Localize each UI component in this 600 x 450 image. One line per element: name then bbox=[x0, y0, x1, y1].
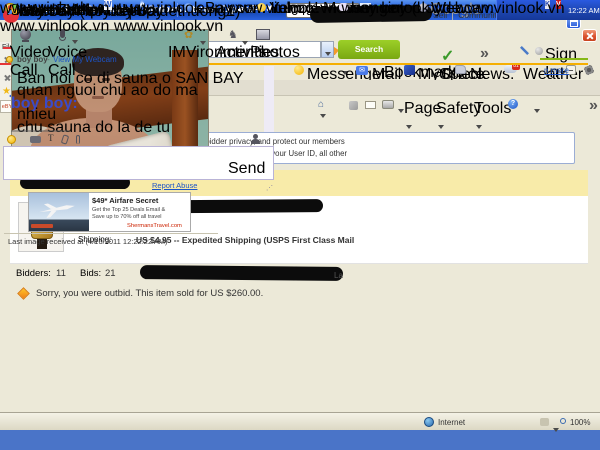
airplane-icon bbox=[36, 198, 78, 221]
system-tray: K V 12:22 AM bbox=[496, 0, 600, 20]
ad-headline: $49* Airfare Secret bbox=[92, 196, 158, 205]
smiley-icon bbox=[257, 3, 266, 12]
protected-mode-icon[interactable] bbox=[540, 418, 549, 426]
menu-help[interactable]: Help bbox=[122, 2, 155, 20]
bids-label: Bids: bbox=[80, 268, 101, 279]
windows-flag-icon bbox=[8, 5, 17, 15]
webcam-status-text: Last image received at (4/10/2011 12:22:… bbox=[8, 237, 168, 246]
tools-menu-button[interactable]: Tools bbox=[474, 100, 511, 136]
activities-button[interactable]: ♞ Activities bbox=[216, 28, 252, 52]
green-divider bbox=[540, 58, 588, 60]
voice-call-button[interactable]: Voice Call bbox=[48, 28, 82, 52]
start-label: start bbox=[22, 3, 53, 21]
webcam-status-divider bbox=[4, 233, 218, 234]
clipped-message-fragment bbox=[11, 130, 69, 132]
myspace-icon bbox=[404, 65, 415, 75]
contact-name: boy boy bbox=[17, 55, 48, 64]
microphone-stand bbox=[59, 37, 66, 41]
tray-v-icon[interactable]: V bbox=[556, 0, 561, 9]
toolbar-overflow-chevron[interactable]: » bbox=[480, 45, 489, 63]
ad-image-caption bbox=[31, 224, 53, 228]
help-button[interactable]: ? bbox=[508, 99, 518, 109]
chat-bubble-icon bbox=[339, 3, 348, 11]
outbid-icon bbox=[17, 287, 30, 300]
chat-scroll-up[interactable] bbox=[264, 66, 274, 76]
news-icon bbox=[455, 65, 466, 74]
account-icon bbox=[535, 47, 543, 55]
ad-banner[interactable]: $49* Airfare Secret Get the Top 25 Deals… bbox=[28, 192, 191, 232]
report-abuse-link[interactable]: Report Abuse bbox=[152, 181, 197, 190]
close-button[interactable] bbox=[582, 29, 597, 42]
outbid-message: Sorry, you were outbid. This item sold f… bbox=[36, 288, 263, 299]
quicklaunch-ie-icon[interactable]: e bbox=[140, 0, 144, 10]
desktop: e eBay.com Item Bid History - Windows In… bbox=[0, 0, 600, 450]
status-separator: - bbox=[47, 55, 50, 64]
chat-scroll-thumb[interactable] bbox=[264, 104, 274, 120]
ad-line1: Get the Top 25 Deals Email & bbox=[92, 207, 165, 213]
wrench-icon[interactable] bbox=[520, 46, 529, 55]
zoom-magnifier-icon bbox=[560, 418, 566, 424]
webcam-base bbox=[22, 40, 29, 42]
scroll-thumb[interactable] bbox=[588, 127, 600, 179]
learn-more-link-fragment[interactable]: n more bbox=[544, 66, 569, 75]
attach-icon[interactable] bbox=[76, 135, 80, 144]
zoom-level[interactable]: 100% bbox=[570, 418, 590, 427]
webcam-icon bbox=[419, 3, 428, 12]
contact-avatar-icon[interactable] bbox=[250, 134, 260, 144]
webcam-icon bbox=[20, 29, 31, 40]
photos-button[interactable]: Photos bbox=[252, 28, 276, 52]
ad-airplane-image bbox=[29, 193, 89, 231]
tray-clock[interactable]: 12:22 AM bbox=[568, 6, 600, 15]
page-scrollbar[interactable] bbox=[588, 113, 600, 412]
ad-line2: Save up to 70% off all travel bbox=[92, 214, 162, 220]
mail-icon: ✉ bbox=[356, 66, 368, 75]
bidders-value: 11 bbox=[56, 268, 66, 279]
imvironments-icon: ✿ bbox=[184, 28, 193, 41]
search-dropdown-button[interactable] bbox=[321, 41, 334, 58]
bidders-label: Bidders: bbox=[16, 268, 51, 279]
quicklaunch-divider bbox=[177, 3, 178, 17]
ad-brand: ShermansTravel.com bbox=[127, 223, 182, 229]
globe-icon bbox=[424, 417, 434, 427]
compose-area: Send bbox=[3, 146, 274, 180]
status-dot bbox=[6, 56, 13, 63]
bids-value: 21 bbox=[105, 268, 116, 279]
font-format-icon[interactable]: T bbox=[48, 133, 54, 143]
activities-label: Activities bbox=[216, 44, 252, 62]
ebay-search-button[interactable]: Search bbox=[338, 40, 400, 59]
tray-k-icon[interactable]: K bbox=[545, 0, 550, 9]
ie-icon bbox=[184, 3, 193, 12]
message-input[interactable] bbox=[5, 148, 205, 178]
censored-bid-info bbox=[140, 265, 343, 281]
activities-knight-icon: ♞ bbox=[228, 28, 238, 41]
home-button[interactable]: ⌂ bbox=[318, 99, 326, 121]
photos-icon bbox=[256, 29, 270, 40]
read-mail-icon[interactable] bbox=[365, 101, 376, 109]
rss-icon[interactable] bbox=[349, 101, 358, 110]
shipping-value: US $4.95 -- Expedited Shipping (USPS Fir… bbox=[136, 235, 354, 245]
photos-label: Photos bbox=[250, 44, 278, 62]
quicklaunch-word-icon[interactable]: W bbox=[104, 0, 112, 10]
view-webcam-link[interactable]: View My Webcam bbox=[53, 55, 117, 64]
imv-bubble-icon[interactable] bbox=[30, 136, 41, 143]
chat-history[interactable]: Ban noi co di sauna o SAN BAY quan nguoi… bbox=[3, 66, 264, 132]
truncated-label-fragment: La bbox=[334, 271, 343, 280]
ie-status-bar: Internet 100% bbox=[0, 412, 600, 430]
gear-icon[interactable] bbox=[584, 65, 594, 75]
emoticon-icon[interactable] bbox=[7, 135, 16, 144]
imvironments-label: IMVironments bbox=[168, 44, 214, 62]
chat-scroll-down[interactable] bbox=[264, 122, 274, 132]
security-zone-label: Internet bbox=[438, 418, 465, 427]
messenger-smiley-icon bbox=[294, 65, 304, 75]
print-button[interactable] bbox=[382, 100, 394, 109]
scroll-up-button[interactable] bbox=[588, 113, 600, 125]
send-button[interactable]: Send bbox=[228, 160, 268, 177]
window-resize-grip[interactable]: ⋰ bbox=[266, 184, 273, 192]
chat-scrollbar[interactable] bbox=[264, 66, 274, 132]
video-call-button[interactable]: Video Call bbox=[10, 28, 44, 52]
imvironments-button[interactable]: ✿ IMVironments bbox=[168, 28, 214, 52]
scroll-down-button[interactable] bbox=[588, 400, 600, 412]
